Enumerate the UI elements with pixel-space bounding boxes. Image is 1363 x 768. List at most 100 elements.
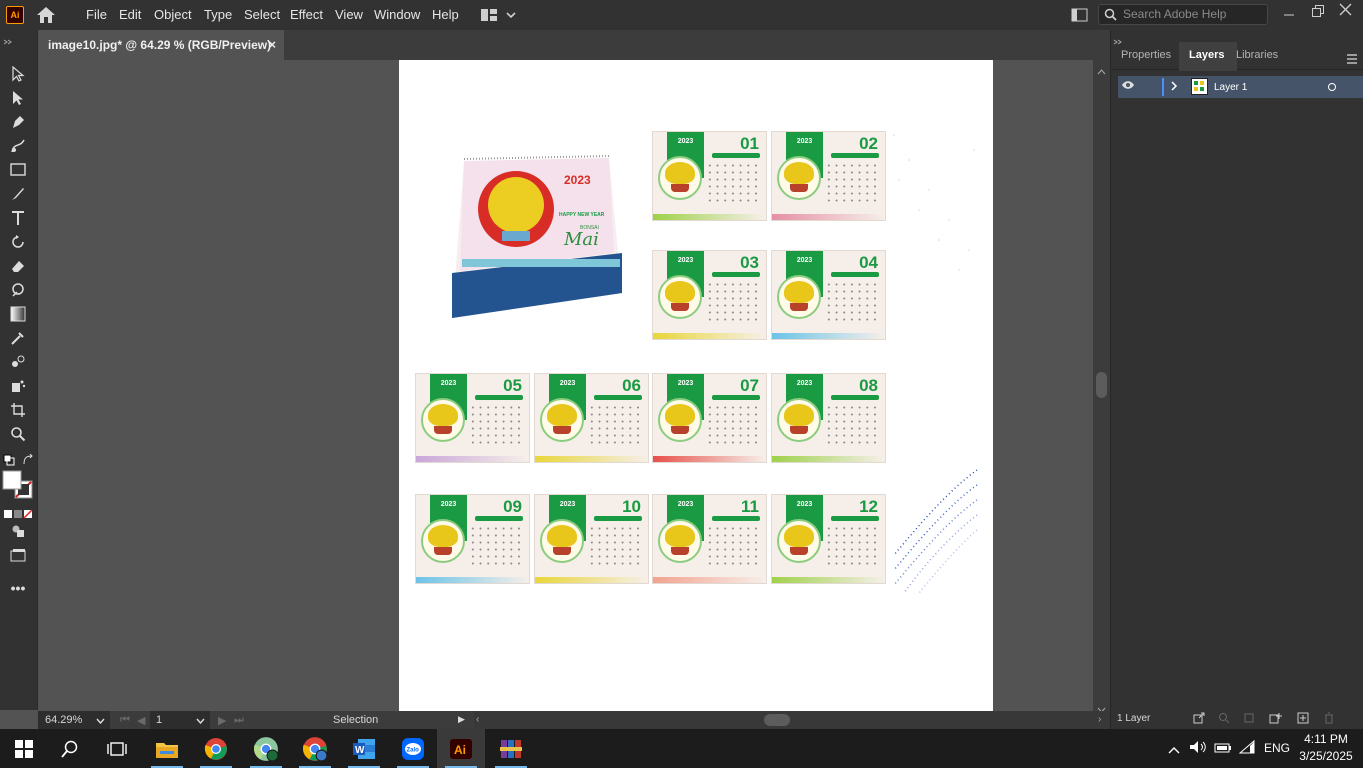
file-explorer-icon[interactable] xyxy=(143,729,191,768)
month-footer-strip xyxy=(772,456,885,462)
menu-edit[interactable]: Edit xyxy=(119,7,141,22)
zoom-select[interactable]: 64.29% xyxy=(38,711,110,729)
tab-properties[interactable]: Properties xyxy=(1121,49,1171,61)
new-sublayer-icon[interactable] xyxy=(1269,712,1283,727)
scroll-left-icon[interactable]: ‹ xyxy=(476,714,479,725)
swap-fill-stroke-icon[interactable] xyxy=(22,453,34,471)
month-page-year: 2023 xyxy=(796,257,813,264)
type-tool-icon[interactable] xyxy=(7,207,29,229)
chrome-icon[interactable] xyxy=(192,729,240,768)
menu-effect[interactable]: Effect xyxy=(290,7,323,22)
wifi-icon[interactable] xyxy=(1238,739,1255,760)
eyedropper-tool-icon[interactable] xyxy=(7,327,29,349)
delete-layer-icon[interactable] xyxy=(1323,712,1335,727)
scrollbar-thumb[interactable] xyxy=(1096,372,1107,398)
collapse-panel-icon[interactable] xyxy=(3,32,13,50)
language-indicator[interactable]: ENG xyxy=(1264,741,1290,755)
direct-selection-tool-icon[interactable] xyxy=(7,87,29,109)
chrome-profile-3-icon[interactable] xyxy=(291,729,339,768)
menu-help[interactable]: Help xyxy=(432,7,459,22)
gradient-tool-icon[interactable] xyxy=(7,303,29,325)
previous-artboard-icon[interactable]: ◀ xyxy=(137,714,145,727)
month-number: 02 xyxy=(859,134,878,153)
zoom-tool-icon[interactable] xyxy=(7,423,29,445)
task-view-icon[interactable] xyxy=(93,729,141,768)
artboard-number-select[interactable]: 1 xyxy=(150,711,210,729)
clipping-mask-icon[interactable] xyxy=(1243,712,1255,727)
illustrator-taskbar-icon[interactable]: Ai xyxy=(437,729,485,768)
tray-expand-icon[interactable] xyxy=(1168,741,1180,759)
month-page-year: 2023 xyxy=(440,380,457,387)
canvas-area[interactable]: 2023 HAPPY NEW YEAR BONSAI Mai 2023 01 202… xyxy=(38,60,1093,711)
minimize-icon[interactable] xyxy=(1283,8,1295,23)
first-artboard-icon[interactable]: ⏮ xyxy=(120,714,130,727)
horizontal-scrollbar[interactable]: ‹ › xyxy=(474,711,1110,729)
month-footer-strip xyxy=(416,577,529,583)
taskbar-search-icon[interactable] xyxy=(46,729,94,768)
arrange-documents-icon[interactable] xyxy=(1071,8,1088,25)
fill-stroke-swatches[interactable] xyxy=(2,470,34,507)
symbol-sprayer-tool-icon[interactable] xyxy=(7,375,29,397)
eraser-tool-icon[interactable] xyxy=(7,255,29,277)
month-page-10: 2023 10 xyxy=(534,494,649,584)
curvature-tool-icon[interactable] xyxy=(7,135,29,157)
volume-icon[interactable] xyxy=(1189,740,1207,759)
month-name-bar xyxy=(475,516,523,521)
warp-tool-icon[interactable] xyxy=(7,279,29,301)
scrollbar-thumb[interactable] xyxy=(764,714,790,726)
eye-icon[interactable] xyxy=(1121,80,1135,93)
next-artboard-icon[interactable]: ▶ xyxy=(218,714,226,727)
artboard-tool-icon[interactable] xyxy=(7,399,29,421)
rectangle-tool-icon[interactable] xyxy=(7,159,29,181)
screen-mode-icon[interactable] xyxy=(7,544,29,566)
home-icon[interactable] xyxy=(36,6,56,27)
last-artboard-icon[interactable]: ⏭ xyxy=(234,714,244,727)
workspace-switcher-icon[interactable] xyxy=(480,8,518,25)
default-fill-stroke-icon[interactable] xyxy=(3,453,15,471)
export-icon[interactable] xyxy=(1193,712,1205,727)
menu-object[interactable]: Object xyxy=(154,7,192,22)
scroll-up-icon[interactable] xyxy=(1097,62,1106,80)
month-number: 09 xyxy=(503,497,522,516)
status-menu-arrow-icon[interactable]: ▶ xyxy=(458,714,465,725)
restore-icon[interactable] xyxy=(1311,4,1325,21)
layer-target-icon[interactable] xyxy=(1327,82,1337,95)
menu-window[interactable]: Window xyxy=(374,7,420,22)
close-window-icon[interactable] xyxy=(1339,3,1352,19)
blend-tool-icon[interactable] xyxy=(7,351,29,373)
start-button[interactable] xyxy=(0,729,48,768)
panel-menu-icon[interactable] xyxy=(1346,51,1358,69)
selection-tool-icon[interactable] xyxy=(7,63,29,85)
month-name-bar xyxy=(712,516,760,521)
chevron-right-icon[interactable] xyxy=(1171,81,1178,94)
artboard[interactable]: 2023 HAPPY NEW YEAR BONSAI Mai 2023 01 202… xyxy=(399,60,993,711)
clock[interactable]: 4:11 PM 3/25/2025 xyxy=(1296,731,1356,765)
pen-tool-icon[interactable] xyxy=(7,111,29,133)
drawing-modes-icon[interactable] xyxy=(7,520,29,542)
search-help-input[interactable]: Search Adobe Help xyxy=(1098,4,1268,25)
tab-libraries[interactable]: Libraries xyxy=(1236,49,1278,61)
battery-icon[interactable] xyxy=(1214,741,1232,759)
date-grid xyxy=(706,281,760,321)
scroll-right-icon[interactable]: › xyxy=(1098,714,1101,725)
layer-row[interactable]: Layer 1 xyxy=(1118,76,1356,98)
vertical-scrollbar[interactable] xyxy=(1093,60,1110,713)
zalo-icon[interactable]: Zalo xyxy=(389,729,437,768)
winrar-icon[interactable] xyxy=(487,729,535,768)
menu-view[interactable]: View xyxy=(335,7,363,22)
new-layer-icon[interactable] xyxy=(1297,712,1309,727)
document-tab[interactable]: image10.jpg* @ 64.29 % (RGB/Preview) × xyxy=(38,30,284,60)
rotate-tool-icon[interactable] xyxy=(7,231,29,253)
month-footer-strip xyxy=(772,333,885,339)
chrome-profile-2-icon[interactable] xyxy=(242,729,290,768)
menu-type[interactable]: Type xyxy=(204,7,232,22)
locate-object-icon[interactable] xyxy=(1218,712,1230,727)
paintbrush-tool-icon[interactable] xyxy=(7,183,29,205)
status-bar: 64.29% ⏮ ◀ 1 ▶ ⏭ Selection ▶ ‹ › xyxy=(38,711,1110,729)
edit-toolbar-icon[interactable]: ••• xyxy=(7,577,29,599)
close-tab-icon[interactable]: × xyxy=(268,30,276,60)
tab-layers[interactable]: Layers xyxy=(1189,49,1224,61)
menu-select[interactable]: Select xyxy=(244,7,280,22)
word-icon[interactable]: W xyxy=(340,729,388,768)
menu-file[interactable]: File xyxy=(86,7,107,22)
